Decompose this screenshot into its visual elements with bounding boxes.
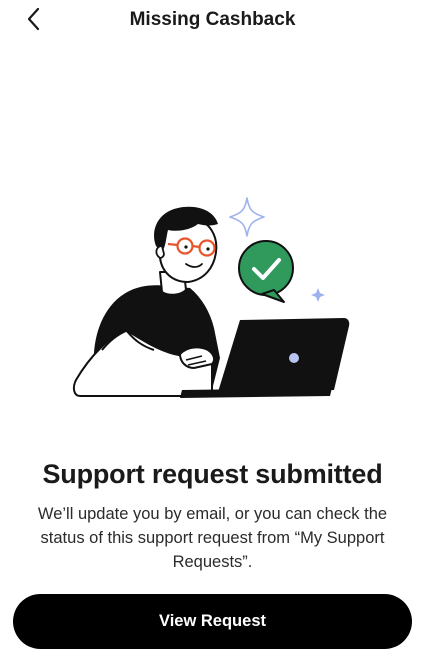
page-title: Missing Cashback [129,9,296,30]
success-headline: Support request submitted [42,459,383,489]
header-bar: Missing Cashback [0,0,425,40]
small-sparkle-icon [311,288,325,302]
success-description: We’ll update you by email, or you can ch… [37,505,388,571]
support-illustration [62,190,362,410]
person-with-laptop-illustration [72,197,350,398]
check-bubble-icon [238,240,294,303]
view-request-button[interactable]: View Request [13,594,412,649]
sparkle-icon [229,197,265,237]
